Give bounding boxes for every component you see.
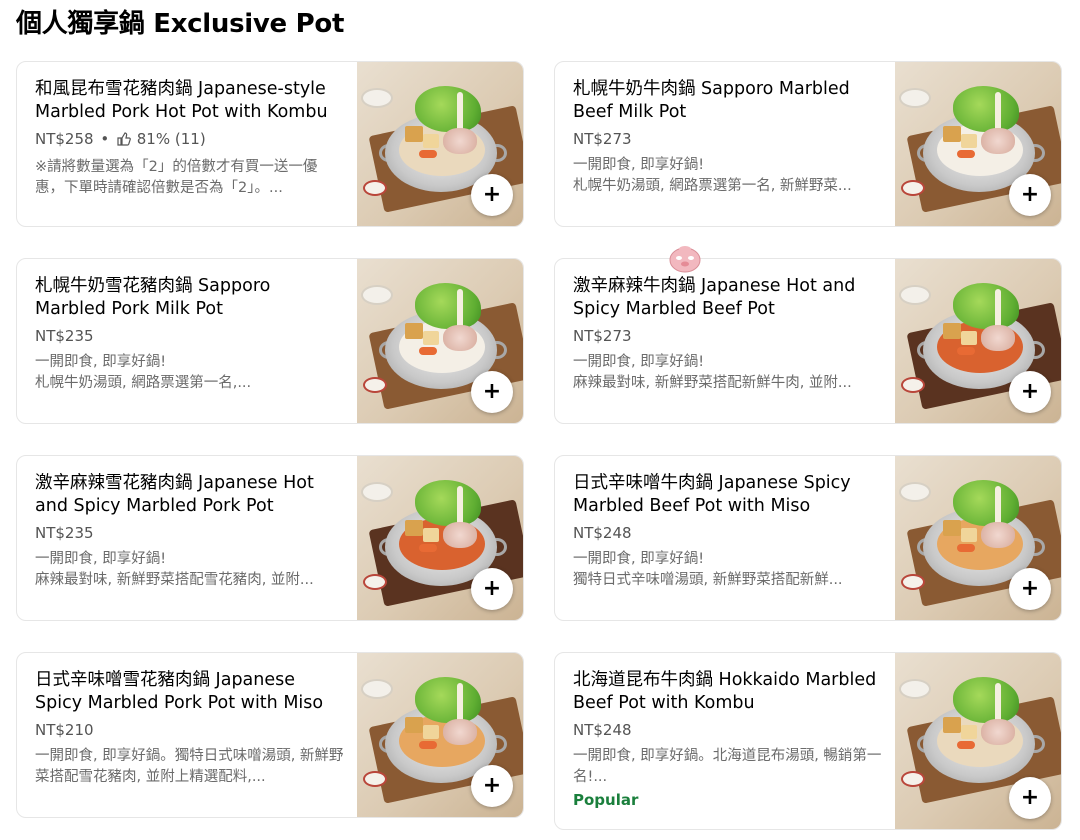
plus-icon: +: [482, 773, 502, 798]
add-to-cart-button[interactable]: +: [471, 174, 513, 216]
menu-item-name: 激辛麻辣牛肉鍋 Japanese Hot and Spicy Marbled B…: [573, 276, 856, 319]
menu-item-price: NT$235: [35, 327, 94, 345]
menu-item-card[interactable]: 北海道昆布牛肉鍋 Hokkaido Marbled Beef Pot with …: [554, 652, 1062, 830]
menu-item-description: 一開即食, 即享好鍋! 麻辣最對味, 新鮮野菜搭配雪花豬肉, 並附...: [35, 551, 314, 588]
thumbs-up-icon: [117, 131, 131, 151]
menu-item-price: NT$235: [35, 524, 94, 542]
menu-item-name: 日式辛味噌雪花豬肉鍋 Japanese Spicy Marbled Pork P…: [35, 670, 324, 713]
menu-item-name: 日式辛味噌牛肉鍋 Japanese Spicy Marbled Beef Pot…: [573, 473, 851, 516]
add-to-cart-button[interactable]: +: [471, 765, 513, 807]
menu-item-name: 札幌牛奶雪花豬肉鍋 Sapporo Marbled Pork Milk Pot: [35, 276, 271, 319]
plus-icon: +: [482, 379, 502, 404]
plus-icon: +: [1020, 576, 1040, 601]
menu-item-name: 和風昆布雪花豬肉鍋 Japanese-style Marbled Pork Ho…: [35, 79, 328, 122]
menu-item-price: NT$258: [35, 130, 94, 148]
menu-item-info: 札幌牛奶牛肉鍋 Sapporo Marbled Beef Milk Pot NT…: [573, 78, 883, 197]
menu-item-description: 一開即食, 即享好鍋! 麻辣最對味, 新鮮野菜搭配新鮮牛肉, 並附...: [573, 354, 852, 391]
section-title: 個人獨享鍋 Exclusive Pot: [16, 9, 345, 39]
menu-item-price: NT$210: [35, 721, 94, 739]
menu-item-card[interactable]: 和風昆布雪花豬肉鍋 Japanese-style Marbled Pork Ho…: [16, 61, 524, 227]
plus-icon: +: [1020, 785, 1040, 810]
menu-item-description: 一開即食, 即享好鍋! 札幌牛奶湯頭, 網路票選第一名, 新鮮野菜...: [573, 157, 852, 194]
menu-item-price: NT$273: [573, 130, 632, 148]
menu-item-info: 札幌牛奶雪花豬肉鍋 Sapporo Marbled Pork Milk Pot …: [35, 275, 345, 394]
character-sticker-icon: [668, 245, 702, 273]
menu-item-card[interactable]: 激辛麻辣牛肉鍋 Japanese Hot and Spicy Marbled B…: [554, 258, 1062, 424]
menu-item-price: NT$248: [573, 524, 632, 542]
menu-item-info: 北海道昆布牛肉鍋 Hokkaido Marbled Beef Pot with …: [573, 669, 883, 810]
menu-item-info: 和風昆布雪花豬肉鍋 Japanese-style Marbled Pork Ho…: [35, 78, 345, 199]
add-to-cart-button[interactable]: +: [1009, 371, 1051, 413]
popular-badge: Popular: [573, 791, 639, 809]
add-to-cart-button[interactable]: +: [1009, 174, 1051, 216]
plus-icon: +: [482, 576, 502, 601]
menu-item-info: 日式辛味噌雪花豬肉鍋 Japanese Spicy Marbled Pork P…: [35, 669, 345, 788]
menu-item-name: 激辛麻辣雪花豬肉鍋 Japanese Hot and Spicy Marbled…: [35, 473, 314, 516]
menu-item-info: 激辛麻辣雪花豬肉鍋 Japanese Hot and Spicy Marbled…: [35, 472, 345, 591]
menu-item-description: 一開即食, 即享好鍋! 札幌牛奶湯頭, 網路票選第一名,...: [35, 354, 252, 391]
menu-item-card[interactable]: 激辛麻辣雪花豬肉鍋 Japanese Hot and Spicy Marbled…: [16, 455, 524, 621]
menu-item-rating: 81% (11): [136, 130, 206, 148]
menu-item-card[interactable]: 日式辛味噌牛肉鍋 Japanese Spicy Marbled Beef Pot…: [554, 455, 1062, 621]
plus-icon: +: [482, 182, 502, 207]
menu-item-name: 札幌牛奶牛肉鍋 Sapporo Marbled Beef Milk Pot: [573, 79, 850, 122]
plus-icon: +: [1020, 379, 1040, 404]
menu-item-price: NT$273: [573, 327, 632, 345]
plus-icon: +: [1020, 182, 1040, 207]
menu-item-description: 一開即食, 即享好鍋。獨特日式味噌湯頭, 新鮮野菜搭配雪花豬肉, 並附上精選配料…: [35, 748, 344, 785]
add-to-cart-button[interactable]: +: [1009, 568, 1051, 610]
menu-item-card[interactable]: 札幌牛奶雪花豬肉鍋 Sapporo Marbled Pork Milk Pot …: [16, 258, 524, 424]
menu-item-description: 一開即食, 即享好鍋。北海道昆布湯頭, 暢銷第一名!...: [573, 748, 882, 785]
menu-item-info: 激辛麻辣牛肉鍋 Japanese Hot and Spicy Marbled B…: [573, 275, 883, 394]
add-to-cart-button[interactable]: +: [471, 568, 513, 610]
menu-item-price-row: NT$258 • 81% (11): [35, 129, 345, 151]
add-to-cart-button[interactable]: +: [1009, 777, 1051, 819]
menu-item-description: 一開即食, 即享好鍋! 獨特日式辛味噌湯頭, 新鮮野菜搭配新鮮...: [573, 551, 843, 588]
menu-item-description: ※請將數量選為「2」的倍數才有買一送一優惠，下單時請確認倍數是否為「2」。...: [35, 159, 318, 196]
menu-item-name: 北海道昆布牛肉鍋 Hokkaido Marbled Beef Pot with …: [573, 670, 877, 713]
menu-item-card[interactable]: 札幌牛奶牛肉鍋 Sapporo Marbled Beef Milk Pot NT…: [554, 61, 1062, 227]
add-to-cart-button[interactable]: +: [471, 371, 513, 413]
menu-item-info: 日式辛味噌牛肉鍋 Japanese Spicy Marbled Beef Pot…: [573, 472, 883, 591]
menu-item-price: NT$248: [573, 721, 632, 739]
separator-dot: •: [100, 130, 110, 148]
menu-item-card[interactable]: 日式辛味噌雪花豬肉鍋 Japanese Spicy Marbled Pork P…: [16, 652, 524, 818]
